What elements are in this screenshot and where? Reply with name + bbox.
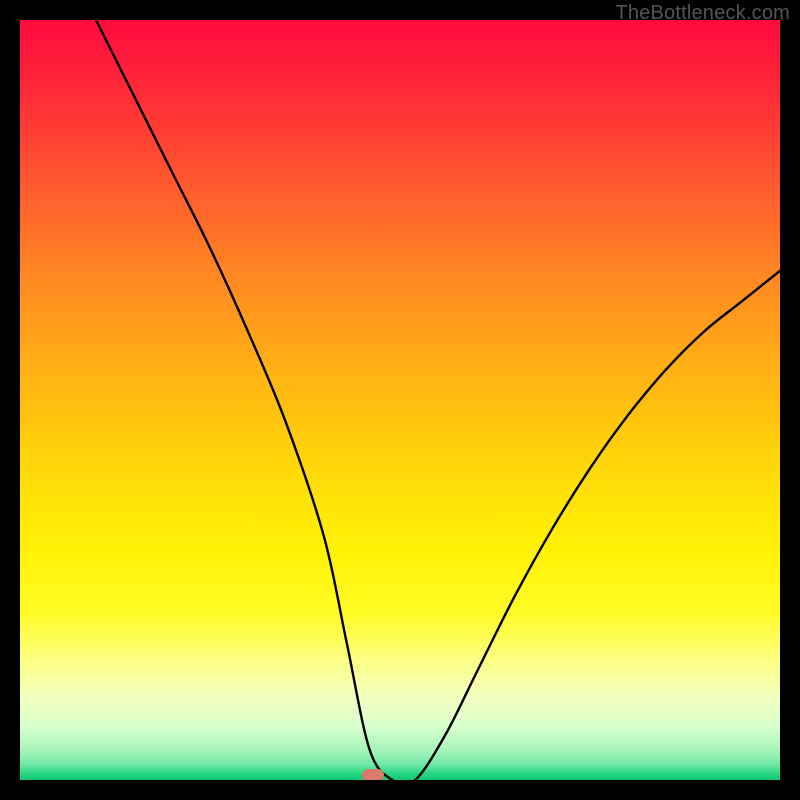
bottleneck-curve bbox=[20, 20, 780, 780]
optimal-marker bbox=[362, 769, 384, 780]
plot-area bbox=[20, 20, 780, 780]
curve-path bbox=[96, 20, 780, 780]
chart-stage: TheBottleneck.com bbox=[0, 0, 800, 800]
